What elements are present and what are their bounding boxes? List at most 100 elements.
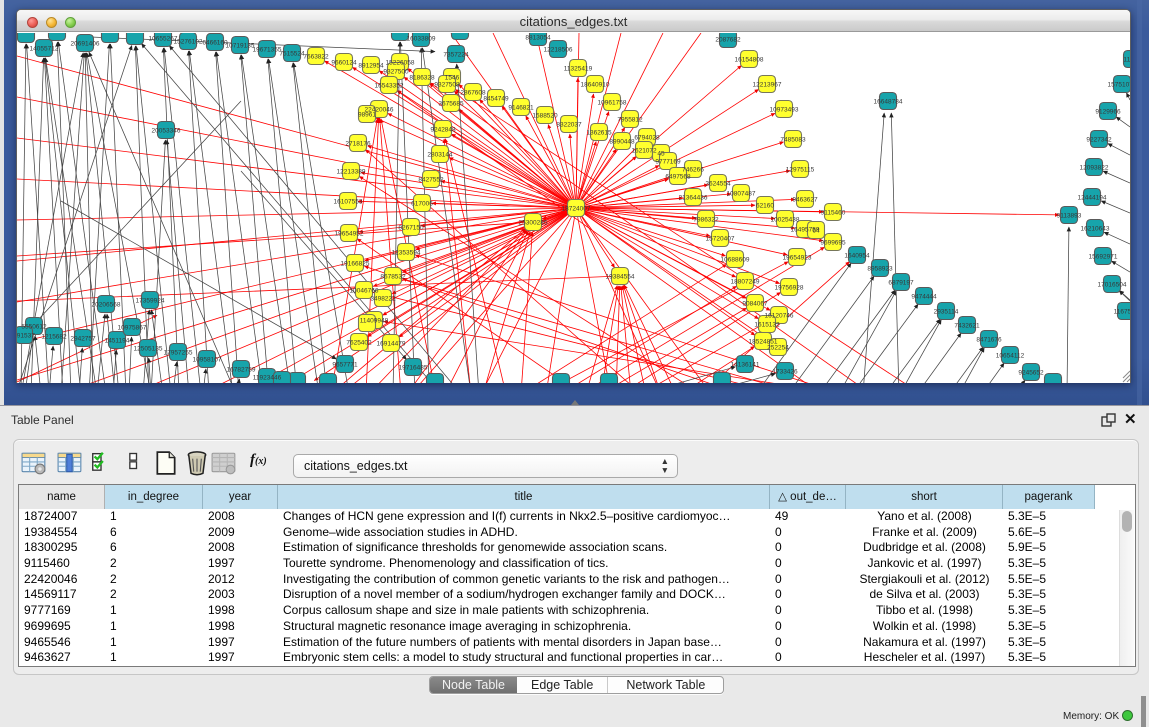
svg-text:8427552: 8427552 xyxy=(418,177,444,184)
svg-text:11325419: 11325419 xyxy=(564,66,593,73)
svg-text:9129966: 9129966 xyxy=(1095,109,1121,116)
svg-text:9474444: 9474444 xyxy=(911,294,937,301)
svg-text:12218506: 12218506 xyxy=(544,47,573,54)
svg-text:2087682: 2087682 xyxy=(715,37,741,44)
svg-text:1451194: 1451194 xyxy=(105,338,130,345)
svg-text:15276102: 15276102 xyxy=(174,39,203,46)
svg-text:15720407: 15720407 xyxy=(706,236,735,243)
svg-text:18640910: 18640910 xyxy=(581,82,610,89)
svg-text:7663822: 7663822 xyxy=(303,54,329,61)
svg-text:20053346: 20053346 xyxy=(152,128,181,135)
svg-text:16648784: 16648784 xyxy=(874,99,903,106)
svg-text:10958107: 10958107 xyxy=(193,357,222,364)
svg-text:16120746: 16120746 xyxy=(765,313,794,320)
svg-text:12213967: 12213967 xyxy=(753,82,782,89)
svg-text:7515524: 7515524 xyxy=(279,51,305,58)
svg-text:9327500: 9327500 xyxy=(383,69,409,76)
svg-text:11923446: 11923446 xyxy=(253,375,282,382)
svg-text:16107553: 16107553 xyxy=(334,199,363,206)
svg-text:16543352: 16543352 xyxy=(375,83,404,90)
svg-text:19671355: 19671355 xyxy=(253,47,282,54)
svg-text:3675685: 3675685 xyxy=(438,101,464,108)
svg-text:1362615: 1362615 xyxy=(586,130,612,137)
svg-text:8454749: 8454749 xyxy=(483,96,509,103)
svg-text:1733426: 1733426 xyxy=(772,369,798,376)
svg-text:5550612: 5550612 xyxy=(21,324,47,331)
svg-text:16154808: 16154808 xyxy=(735,57,764,64)
svg-text:21364436: 21364436 xyxy=(679,195,708,202)
svg-text:12213389: 12213389 xyxy=(337,169,366,176)
svg-text:12975115: 12975115 xyxy=(786,167,815,174)
svg-text:20206568: 20206568 xyxy=(92,302,121,309)
svg-text:16033809: 16033809 xyxy=(407,36,436,43)
svg-text:617006: 617006 xyxy=(411,201,433,208)
svg-text:1621072: 1621072 xyxy=(631,148,657,155)
svg-text:8267150: 8267150 xyxy=(398,225,424,232)
svg-text:16782759: 16782759 xyxy=(227,367,256,374)
svg-text:20691406: 20691406 xyxy=(71,41,100,48)
svg-text:2867608: 2867608 xyxy=(460,90,486,97)
svg-text:1615132: 1615132 xyxy=(754,322,780,329)
svg-text:10961758: 10961758 xyxy=(598,100,627,107)
svg-text:9699695: 9699695 xyxy=(820,240,846,247)
svg-text:18807249: 18807249 xyxy=(731,279,760,286)
svg-text:7485083: 7485083 xyxy=(780,137,806,144)
svg-text:19654923: 19654923 xyxy=(783,255,812,262)
svg-text:1546: 1546 xyxy=(445,75,460,82)
svg-text:746266: 746266 xyxy=(682,167,704,174)
svg-text:2942757: 2942757 xyxy=(70,336,96,343)
svg-text:8990448: 8990448 xyxy=(609,139,635,146)
svg-text:3624554: 3624554 xyxy=(705,181,731,188)
svg-text:7432621: 7432621 xyxy=(954,323,980,330)
svg-text:12444194: 12444194 xyxy=(1078,195,1107,202)
svg-text:6466160: 6466160 xyxy=(202,40,228,47)
svg-text:16914479: 16914479 xyxy=(377,341,406,348)
svg-text:9777169: 9777169 xyxy=(655,159,681,166)
svg-text:9327508: 9327508 xyxy=(434,82,460,89)
svg-text:9657771: 9657771 xyxy=(332,362,358,369)
svg-text:1215682: 1215682 xyxy=(41,334,67,341)
svg-text:14055712: 14055712 xyxy=(30,46,59,53)
svg-text:15692971: 15692971 xyxy=(1089,254,1118,261)
svg-text:45: 45 xyxy=(657,151,665,158)
svg-text:8813054: 8813054 xyxy=(525,35,551,42)
svg-text:14136141: 14136141 xyxy=(731,362,760,369)
svg-text:19384554: 19384554 xyxy=(606,274,635,281)
svg-text:10025438: 10025438 xyxy=(771,217,800,224)
svg-text:7625402: 7625402 xyxy=(346,340,372,347)
svg-text:19716485: 19716485 xyxy=(399,365,428,372)
svg-text:18724007: 18724007 xyxy=(562,206,591,213)
svg-text:1640954: 1640954 xyxy=(844,253,870,260)
svg-text:7955812: 7955812 xyxy=(617,117,643,124)
svg-text:8678532: 8678532 xyxy=(380,274,406,281)
svg-text:15751074: 15751074 xyxy=(1108,82,1130,89)
svg-text:1588520: 1588520 xyxy=(532,113,558,120)
svg-text:10688609: 10688609 xyxy=(721,257,750,264)
svg-text:8958923: 8958923 xyxy=(867,266,893,273)
svg-text:9660124: 9660124 xyxy=(331,60,357,67)
svg-text:17016504: 17016504 xyxy=(1098,282,1127,289)
svg-text:8912954: 8912954 xyxy=(358,63,384,70)
svg-text:9115460: 9115460 xyxy=(821,210,846,217)
svg-text:17957255: 17957255 xyxy=(164,350,193,357)
svg-text:11409948: 11409948 xyxy=(360,318,389,325)
svg-text:391537: 391537 xyxy=(17,333,35,340)
svg-text:12353594: 12353594 xyxy=(392,250,421,257)
svg-text:9245652: 9245652 xyxy=(1018,370,1044,377)
svg-text:6794028: 6794028 xyxy=(634,135,660,142)
svg-text:17359924: 17359924 xyxy=(136,298,165,305)
svg-text:62160: 62160 xyxy=(756,203,774,210)
svg-text:19756928: 19756928 xyxy=(775,285,804,292)
svg-text:6497568: 6497568 xyxy=(665,174,691,181)
svg-text:8322037: 8322037 xyxy=(556,122,582,129)
svg-text:10975867: 10975867 xyxy=(118,325,147,332)
svg-text:10046766: 10046766 xyxy=(350,288,379,295)
svg-text:10807487: 10807487 xyxy=(727,191,756,198)
svg-text:10719135: 10719135 xyxy=(226,43,255,50)
svg-text:10973493: 10973493 xyxy=(770,107,799,114)
svg-text:98961: 98961 xyxy=(358,112,376,119)
svg-text:2803144: 2803144 xyxy=(427,152,453,159)
svg-text:7357224: 7357224 xyxy=(443,52,469,59)
svg-text:2935114: 2935114 xyxy=(934,309,959,316)
svg-text:6879197: 6879197 xyxy=(888,280,914,287)
